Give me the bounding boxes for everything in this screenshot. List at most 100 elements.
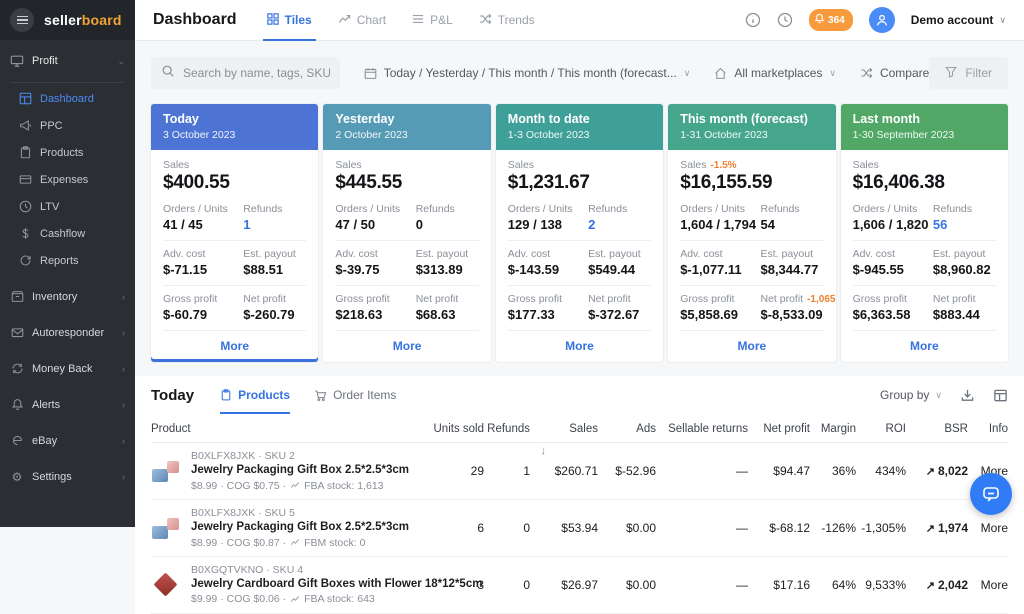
sidebar-item-alerts[interactable]: Alerts › xyxy=(0,391,135,418)
home-icon xyxy=(714,67,727,80)
sellable-returns-value: — xyxy=(656,572,748,598)
monitor-icon xyxy=(10,54,24,68)
col-units-sold[interactable]: Units sold xyxy=(432,414,484,442)
tab-tiles[interactable]: Tiles xyxy=(267,0,312,41)
bsr-value[interactable]: ↗1,974 xyxy=(906,515,968,541)
col-roi[interactable]: ROI xyxy=(856,414,906,442)
sidebar-item-profit[interactable]: Profit ⌄ xyxy=(0,46,135,76)
search-input[interactable] xyxy=(183,66,330,80)
more-link[interactable]: More xyxy=(335,330,478,362)
col-bsr[interactable]: BSR xyxy=(906,414,968,442)
sparkline-icon[interactable] xyxy=(290,481,300,490)
avatar[interactable] xyxy=(869,7,895,33)
col-ads[interactable]: Ads xyxy=(598,414,656,442)
card-today[interactable]: Today 3 October 2023 Sales $400.55 Order… xyxy=(151,104,318,362)
tab-chart[interactable]: Chart xyxy=(338,0,386,41)
sort-descending-icon[interactable]: ↓ xyxy=(541,445,547,457)
account-menu[interactable]: Demo account ∨ xyxy=(911,13,1006,27)
clock-icon xyxy=(18,200,32,214)
product-cell[interactable]: B0XLFX8JXK · SKU 2 Jewelry Packaging Gif… xyxy=(151,443,432,499)
tab-products[interactable]: Products xyxy=(220,376,290,414)
sparkline-icon[interactable] xyxy=(290,538,300,547)
card-month-to-date[interactable]: Month to date 1-3 October 2023 Sales $1,… xyxy=(496,104,663,362)
card-this-month-forecast[interactable]: This month (forecast) 1-31 October 2023 … xyxy=(668,104,835,362)
sales-value: $26.97 xyxy=(530,572,598,598)
sidebar-item-dashboard[interactable]: Dashboard xyxy=(0,85,135,112)
info-icon[interactable] xyxy=(745,12,761,28)
sidebar-item-ppc[interactable]: PPC xyxy=(0,112,135,139)
bsr-value[interactable]: ↗8,022 xyxy=(906,458,968,484)
product-cell[interactable]: B0XLFX8JXK · SKU 5 Jewelry Packaging Gif… xyxy=(151,500,432,556)
ads-value: $0.00 xyxy=(598,515,656,541)
more-link[interactable]: More xyxy=(163,330,306,362)
hamburger-menu-icon[interactable] xyxy=(10,8,34,32)
panel-header: Today Products Order Items Group by ∨ xyxy=(151,376,1008,414)
card-header: Last month 1-30 September 2023 xyxy=(841,104,1008,150)
bsr-value[interactable]: ↗2,042 xyxy=(906,572,968,598)
col-info[interactable]: Info xyxy=(968,414,1008,442)
card-last-month[interactable]: Last month 1-30 September 2023 Sales $16… xyxy=(841,104,1008,362)
card-body: Sales-1.5% $16,155.59 Orders / Units1,60… xyxy=(668,150,835,362)
date-range-selector[interactable]: Today / Yesterday / This month / This mo… xyxy=(364,66,691,80)
sidebar-item-ltv[interactable]: LTV xyxy=(0,193,135,220)
col-sales[interactable]: Sales xyxy=(530,414,598,442)
tab-label: Products xyxy=(238,388,290,402)
more-link[interactable]: More xyxy=(508,330,651,362)
compare-button[interactable]: Compare xyxy=(860,66,929,80)
refunds-value[interactable]: 56 xyxy=(933,217,996,232)
col-refunds[interactable]: Refunds xyxy=(484,414,530,442)
table-row[interactable]: B0XLFX8JXK · SKU 2 Jewelry Packaging Gif… xyxy=(151,443,1008,500)
search-box[interactable] xyxy=(151,57,340,89)
sidebar-item-cashflow[interactable]: Cashflow xyxy=(0,220,135,247)
more-link[interactable]: More xyxy=(853,330,996,362)
row-more-link[interactable]: More xyxy=(968,572,1008,598)
col-net-profit[interactable]: Net profit xyxy=(748,414,810,442)
row-more-link[interactable]: More xyxy=(968,515,1008,541)
sidebar-item-ebay[interactable]: eBay › xyxy=(0,427,135,454)
table-row[interactable]: B0XGQTVKNO · SKU 4 Jewelry Cardboard Gif… xyxy=(151,557,1008,614)
sparkline-icon[interactable] xyxy=(290,595,300,604)
card-title: Yesterday xyxy=(335,112,478,126)
compare-label: Compare xyxy=(880,66,929,80)
sales-change-badge: -1.5% xyxy=(710,160,736,171)
adv-cost-value: $-39.75 xyxy=(335,262,415,277)
sidebar-item-reports[interactable]: Reports xyxy=(0,247,135,274)
col-margin[interactable]: Margin xyxy=(810,414,856,442)
card-date: 1-30 September 2023 xyxy=(853,129,996,141)
chat-widget-button[interactable] xyxy=(970,473,1012,515)
col-product[interactable]: Product xyxy=(151,414,432,442)
sidebar-item-label: Products xyxy=(40,147,83,159)
more-link[interactable]: More xyxy=(680,330,823,362)
sidebar-item-expenses[interactable]: Expenses xyxy=(0,166,135,193)
tab-pnl[interactable]: P&L xyxy=(412,0,453,41)
card-body: Sales $1,231.67 Orders / Units129 / 138 … xyxy=(496,150,663,362)
adv-cost-label: Adv. cost xyxy=(680,248,760,260)
product-cell[interactable]: B0XGQTVKNO · SKU 4 Jewelry Cardboard Gif… xyxy=(151,557,432,613)
filter-button[interactable]: Filter xyxy=(929,57,1008,89)
tab-order-items[interactable]: Order Items xyxy=(314,376,396,414)
sidebar-item-autoresponder[interactable]: Autoresponder › xyxy=(0,319,135,346)
trend-up-icon: ↗ xyxy=(926,580,935,592)
refunds-value[interactable]: 1 xyxy=(243,217,306,232)
refunds-value[interactable]: 2 xyxy=(588,217,651,232)
sales-label: Sales xyxy=(335,159,478,171)
col-sellable-returns[interactable]: Sellable returns xyxy=(656,414,748,442)
card-header: Today 3 October 2023 xyxy=(151,104,318,150)
sidebar-item-money-back[interactable]: Money Back › xyxy=(0,355,135,382)
product-asin-sku: B0XLFX8JXK · SKU 5 xyxy=(191,506,409,520)
tab-trends[interactable]: Trends xyxy=(479,0,535,41)
table-row[interactable]: B0XLFX8JXK · SKU 5 Jewelry Packaging Gif… xyxy=(151,500,1008,557)
download-icon[interactable] xyxy=(960,388,975,403)
marketplace-selector[interactable]: All marketplaces ∨ xyxy=(714,66,836,80)
group-by-selector[interactable]: Group by ∨ xyxy=(880,388,942,402)
history-clock-icon[interactable] xyxy=(777,12,793,28)
columns-icon[interactable] xyxy=(993,388,1008,403)
sidebar-item-products[interactable]: Products xyxy=(0,139,135,166)
sidebar-item-inventory[interactable]: Inventory › xyxy=(0,283,135,310)
notifications-badge[interactable]: 364 xyxy=(809,9,853,31)
net-profit-value: $94.47 xyxy=(748,458,810,484)
sellerboard-logo[interactable]: sellerboard xyxy=(44,12,122,28)
product-image xyxy=(151,513,181,543)
card-yesterday[interactable]: Yesterday 2 October 2023 Sales $445.55 O… xyxy=(323,104,490,362)
sidebar-item-settings[interactable]: ⚙ Settings › xyxy=(0,463,135,490)
